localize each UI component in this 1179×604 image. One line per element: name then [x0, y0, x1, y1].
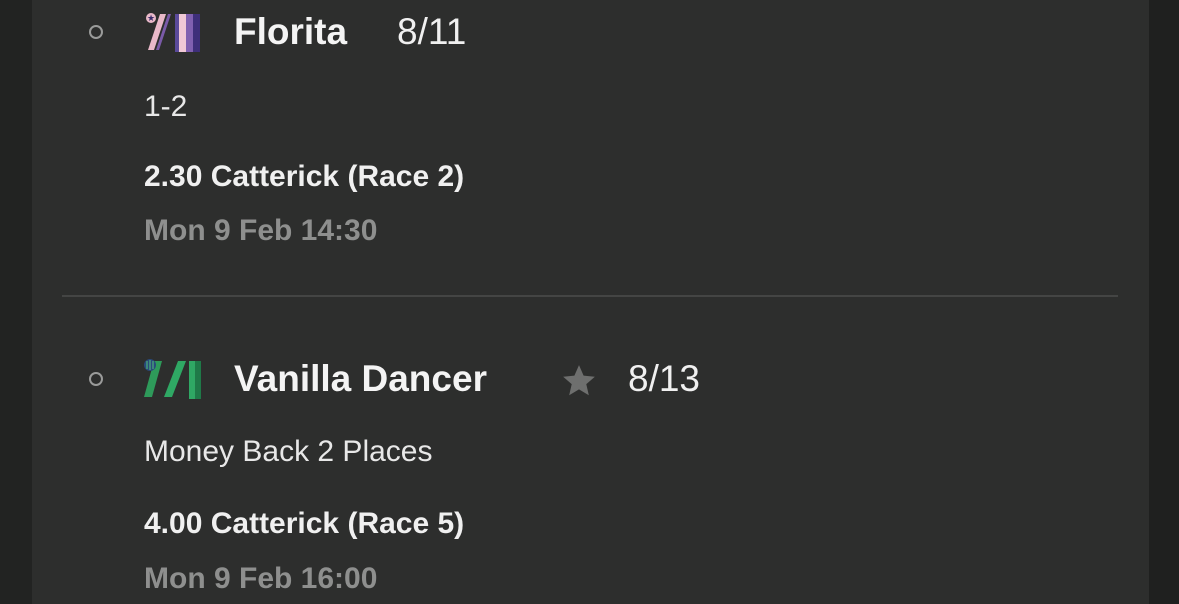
odds: 8/11: [397, 11, 467, 52]
market-label: 1-2: [144, 90, 188, 123]
race-title: 4.00 Catterick (Race 5): [144, 507, 465, 540]
odds: 8/13: [628, 358, 701, 399]
silks-pink-purple-stripes-icon: ★: [146, 13, 200, 52]
svg-text:★: ★: [147, 14, 155, 24]
favourite-star-icon[interactable]: [560, 362, 598, 400]
radio-button[interactable]: [89, 372, 103, 386]
market-label: Money Back 2 Places: [144, 435, 433, 468]
runner-name: Florita: [234, 11, 348, 52]
silks-green-blue-icon: [144, 359, 201, 399]
runner-name: Vanilla Dancer: [234, 358, 487, 399]
race-datetime: Mon 9 Feb 16:00: [144, 562, 378, 595]
selection-item-florita[interactable]: ★ Florita 8/11 1-2 2.30 Catterick (Race …: [0, 0, 1179, 296]
race-title: 2.30 Catterick (Race 2): [144, 160, 465, 193]
race-datetime: Mon 9 Feb 14:30: [144, 214, 378, 247]
selection-item-vanilla-dancer[interactable]: Vanilla Dancer 8/13 Money Back 2 Places …: [0, 297, 1179, 604]
screen: ★ Florita 8/11 1-2 2.30 Catterick (Race …: [0, 0, 1179, 604]
radio-button[interactable]: [89, 25, 103, 39]
